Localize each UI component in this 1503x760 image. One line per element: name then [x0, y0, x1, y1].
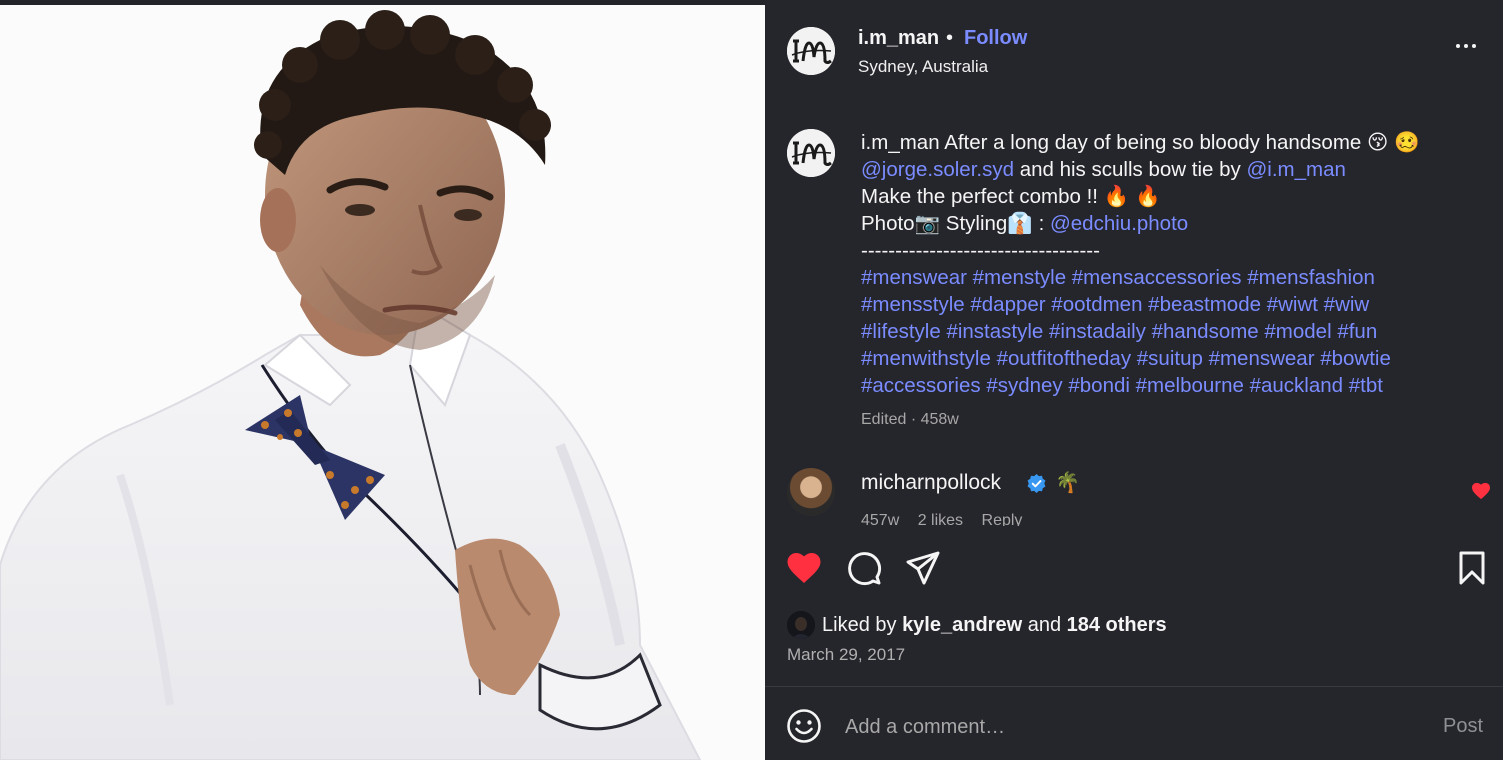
caption-text-3: Make the perfect combo !!: [861, 185, 1099, 208]
follow-button[interactable]: Follow: [964, 27, 1027, 50]
commenter-avatar[interactable]: [787, 468, 835, 516]
fire-emoji: 🔥 🔥: [1103, 185, 1161, 208]
caption-colon: :: [1032, 212, 1050, 235]
heart-icon[interactable]: [786, 550, 822, 586]
add-comment-input[interactable]: [845, 712, 1365, 742]
comment-divider: [765, 686, 1503, 687]
likes-middle: and: [1022, 614, 1067, 636]
emoji-icon[interactable]: [786, 708, 822, 744]
verified-badge-icon: [1027, 474, 1046, 493]
hashtag-line[interactable]: #mensstyle #dapper #ootdmen #beastmode #…: [861, 291, 1481, 318]
caption-username[interactable]: i.m_man: [861, 131, 940, 154]
post-photo[interactable]: [0, 5, 765, 760]
share-icon[interactable]: [905, 550, 941, 586]
mention-im-man[interactable]: @i.m_man: [1246, 158, 1345, 181]
likes-prefix: Liked by: [822, 614, 903, 636]
post-author-username[interactable]: i.m_man: [858, 27, 939, 50]
hashtag-line[interactable]: #lifestyle #instastyle #instadaily #hand…: [861, 318, 1481, 345]
likes-summary: Liked by kyle_andrew and 184 others: [822, 614, 1167, 637]
palm-tree-emoji: 🌴: [1055, 472, 1080, 494]
post-details-panel: i.m_man • Follow Sydney, Australia i.m_m…: [765, 0, 1503, 760]
suit-icon: 👔: [1007, 212, 1033, 235]
caption-text-1: After a long day of being so bloody hand…: [944, 131, 1362, 154]
comment-icon[interactable]: [846, 550, 882, 586]
caption-author-avatar[interactable]: [787, 129, 835, 177]
caption-line-2: @jorge.soler.syd and his sculls bow tie …: [861, 156, 1481, 183]
caption-meta: Edited · 458w: [861, 411, 959, 428]
im-logo-icon: [787, 129, 835, 177]
header-separator: •: [946, 27, 954, 49]
mention-jorge[interactable]: @jorge.soler.syd: [861, 158, 1014, 181]
caption-photo-label: Photo: [861, 212, 915, 235]
post-caption: i.m_man After a long day of being so blo…: [861, 129, 1481, 399]
comment-heart-icon[interactable]: [1471, 482, 1491, 500]
caption-line-4: Photo📷 Styling👔 : @edchiu.photo: [861, 210, 1481, 237]
more-options-button[interactable]: [1452, 36, 1482, 56]
bookmark-icon[interactable]: [1454, 550, 1490, 586]
post-location[interactable]: Sydney, Australia: [858, 57, 988, 77]
liker-username[interactable]: kyle_andrew: [902, 614, 1022, 636]
comment-meta: 457w 2 likes Reply: [861, 512, 1036, 526]
caption-line-3: Make the perfect combo !! 🔥 🔥: [861, 183, 1481, 210]
caption-text-2: and his sculls bow tie by: [1014, 158, 1247, 181]
liker-avatar[interactable]: [787, 611, 815, 639]
caption-dashes: -----------------------------------: [861, 239, 1100, 262]
caption-line-1: i.m_man After a long day of being so blo…: [861, 129, 1481, 156]
caption-styling-label: Styling: [940, 212, 1008, 235]
hashtag-line[interactable]: #menwithstyle #outfitoftheday #suitup #m…: [861, 345, 1481, 372]
post-photo-illustration: [0, 5, 765, 760]
hashtag-line[interactable]: #accessories #sydney #bondi #melbourne #…: [861, 372, 1481, 399]
comment-reply-button[interactable]: Reply: [982, 512, 1023, 526]
im-logo-icon: [787, 27, 835, 75]
hashtag-line[interactable]: #menswear #menstyle #mensaccessories #me…: [861, 264, 1481, 291]
likes-others-button[interactable]: 184 others: [1067, 614, 1167, 636]
camera-icon: 📷: [914, 212, 941, 235]
mention-edchiu[interactable]: @edchiu.photo: [1050, 212, 1188, 235]
comment-age: 457w: [861, 512, 900, 526]
post-author-avatar[interactable]: [787, 27, 835, 75]
post-comment-button[interactable]: Post: [1443, 715, 1483, 738]
post-date[interactable]: March 29, 2017: [787, 645, 905, 665]
liker-avatar-image: [787, 611, 815, 639]
caption-emoji-1: 😚 🥴: [1367, 131, 1420, 154]
comment-likes[interactable]: 2 likes: [918, 512, 963, 526]
commenter-username[interactable]: micharnpollock: [861, 471, 1001, 495]
